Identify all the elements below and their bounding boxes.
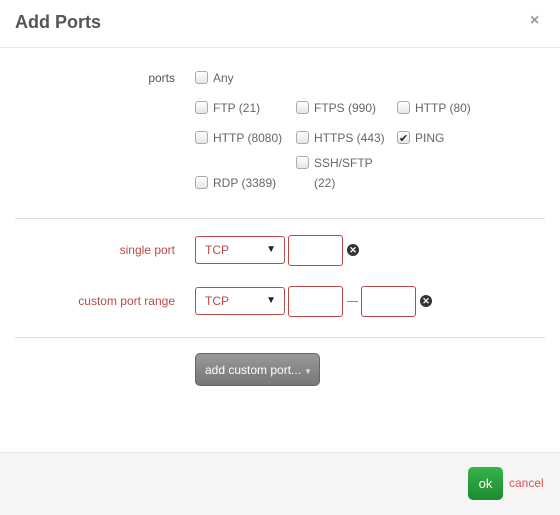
custom-range-label: custom port range — [78, 294, 175, 308]
remove-icon[interactable]: ✕ — [347, 244, 359, 256]
checkbox-box[interactable] — [397, 101, 410, 114]
checkbox-box[interactable] — [296, 101, 309, 114]
checkbox-box[interactable] — [296, 156, 309, 169]
single-port-label: single port — [119, 243, 175, 257]
checkbox-box[interactable] — [296, 131, 309, 144]
remove-icon[interactable]: ✕ — [420, 295, 432, 307]
checkbox-rdp[interactable]: RDP (3389) — [195, 173, 276, 193]
single-port-protocol-select[interactable]: TCP ▼ — [195, 236, 285, 264]
checkbox-label: HTTP (80) — [415, 101, 471, 115]
checkbox-http-80[interactable]: HTTP (80) — [397, 98, 471, 118]
checkbox-label: HTTP (8080) — [213, 131, 283, 145]
cancel-link[interactable]: cancel — [509, 476, 544, 490]
ok-button[interactable]: ok — [468, 467, 503, 500]
checkbox-label: PING — [415, 131, 445, 145]
range-to-input[interactable] — [361, 286, 416, 317]
checkbox-box[interactable] — [195, 71, 208, 84]
select-value: TCP — [205, 243, 229, 257]
checkbox-box[interactable] — [195, 176, 208, 189]
checkbox-label: Any — [213, 71, 234, 85]
checkbox-box[interactable] — [195, 101, 208, 114]
ports-label: ports — [148, 71, 175, 85]
range-from-input[interactable] — [288, 286, 343, 317]
single-port-input[interactable] — [288, 235, 343, 266]
checkbox-https[interactable]: HTTPS (443) — [296, 128, 385, 148]
checkbox-label: SSH/SFTP (22) — [314, 156, 373, 190]
checkbox-ftps[interactable]: FTPS (990) — [296, 98, 376, 118]
checkbox-label: FTP (21) — [213, 101, 261, 115]
add-custom-port-button[interactable]: add custom port... ▼ — [195, 353, 320, 386]
dropdown-arrow-icon: ▼ — [266, 244, 276, 255]
caret-down-icon: ▼ — [304, 367, 312, 376]
checkbox-ping[interactable]: PING — [397, 128, 445, 149]
checkbox-ftp[interactable]: FTP (21) — [195, 98, 260, 118]
checkbox-box[interactable] — [397, 129, 410, 149]
select-value: TCP — [205, 294, 229, 308]
checkbox-any[interactable]: Any — [195, 68, 234, 88]
range-dash — [347, 301, 358, 302]
checkbox-ssh-sftp[interactable]: SSH/SFTP (22) — [296, 153, 386, 193]
checkbox-http-8080[interactable]: HTTP (8080) — [195, 128, 282, 148]
checkbox-label: HTTPS (443) — [314, 131, 385, 145]
checkbox-box[interactable] — [195, 131, 208, 144]
checkbox-label: RDP (3389) — [213, 176, 277, 190]
button-label: add custom port... — [205, 363, 302, 377]
checkbox-label: FTPS (990) — [314, 101, 377, 115]
close-icon[interactable]: × — [530, 12, 539, 30]
divider — [15, 337, 545, 338]
dropdown-arrow-icon: ▼ — [266, 295, 276, 306]
divider — [15, 218, 545, 219]
custom-range-protocol-select[interactable]: TCP ▼ — [195, 287, 285, 315]
dialog-title: Add Ports — [15, 12, 102, 32]
